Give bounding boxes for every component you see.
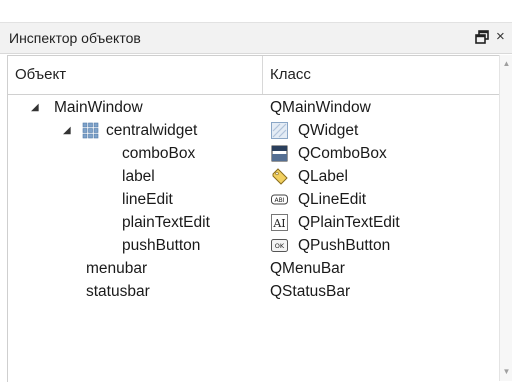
object-name: label — [122, 168, 155, 185]
lineedit-icon: ABI — [271, 191, 288, 208]
scroll-down-arrow-icon[interactable]: ▼ — [502, 367, 511, 376]
class-name: QPushButton — [298, 237, 391, 254]
tree-row-pushbutton[interactable]: pushButton OK QPushButton — [8, 234, 500, 257]
panel-title: Инспектор объектов — [9, 30, 141, 46]
widget-icon — [271, 122, 288, 139]
object-name: statusbar — [86, 283, 150, 300]
object-name: centralwidget — [106, 122, 198, 139]
combobox-icon — [271, 145, 288, 162]
object-inspector-panel: Инспектор объектов × Объект Класс ◢ Main… — [0, 0, 512, 382]
object-name: plainTextEdit — [122, 214, 210, 231]
class-name: QStatusBar — [270, 283, 351, 300]
class-name: QComboBox — [298, 145, 387, 162]
lineedit-icon-text: ABI — [275, 197, 285, 204]
object-name: pushButton — [122, 237, 201, 254]
scroll-up-arrow-icon[interactable]: ▲ — [502, 59, 511, 68]
plaintext-icon-text: AI — [272, 217, 285, 230]
tree-row-mainwindow[interactable]: ◢ MainWindow QMainWindow — [8, 96, 500, 119]
class-name: QLineEdit — [298, 191, 367, 208]
object-tree[interactable]: Объект Класс ◢ MainWindow QMainWindow ◢ — [7, 55, 500, 382]
expand-arrow-icon[interactable]: ◢ — [63, 119, 71, 142]
object-name: MainWindow — [54, 99, 143, 116]
tree-row-menubar[interactable]: menubar QMenuBar — [8, 257, 500, 280]
float-window-icon[interactable] — [474, 29, 490, 45]
class-name: QPlainTextEdit — [298, 214, 400, 231]
pushbutton-icon: OK — [271, 237, 288, 254]
object-name: lineEdit — [122, 191, 173, 208]
tree-header: Объект Класс — [8, 56, 500, 95]
class-name: QMenuBar — [270, 260, 345, 277]
panel-title-bar: Инспектор объектов × — [0, 22, 512, 54]
vertical-scrollbar[interactable]: ▲ ▼ — [499, 55, 512, 381]
expand-arrow-icon[interactable]: ◢ — [31, 96, 39, 119]
tree-row-label[interactable]: label QLabel — [8, 165, 500, 188]
plaintextedit-icon: AI — [271, 214, 288, 231]
tree-row-combobox[interactable]: comboBox QComboBox — [8, 142, 500, 165]
object-name: menubar — [86, 260, 148, 277]
label-tag-icon — [271, 168, 288, 185]
tree-row-lineedit[interactable]: lineEdit ABI QLineEdit — [8, 188, 500, 211]
grid-layout-icon — [82, 122, 99, 139]
class-name: QWidget — [298, 122, 359, 139]
column-separator[interactable] — [262, 56, 263, 94]
tree-row-plaintextedit[interactable]: plainTextEdit AI QPlainTextEdit — [8, 211, 500, 234]
class-name: QLabel — [298, 168, 348, 185]
tree-row-statusbar[interactable]: statusbar QStatusBar — [8, 280, 500, 303]
class-name: QMainWindow — [270, 99, 371, 116]
column-header-class[interactable]: Класс — [270, 66, 311, 83]
close-icon[interactable]: × — [496, 27, 512, 47]
pushbutton-icon-text: OK — [275, 242, 285, 250]
tree-row-centralwidget[interactable]: ◢ centralwidget QWidget — [8, 119, 500, 142]
object-name: comboBox — [122, 145, 196, 162]
column-header-object[interactable]: Объект — [15, 66, 66, 83]
